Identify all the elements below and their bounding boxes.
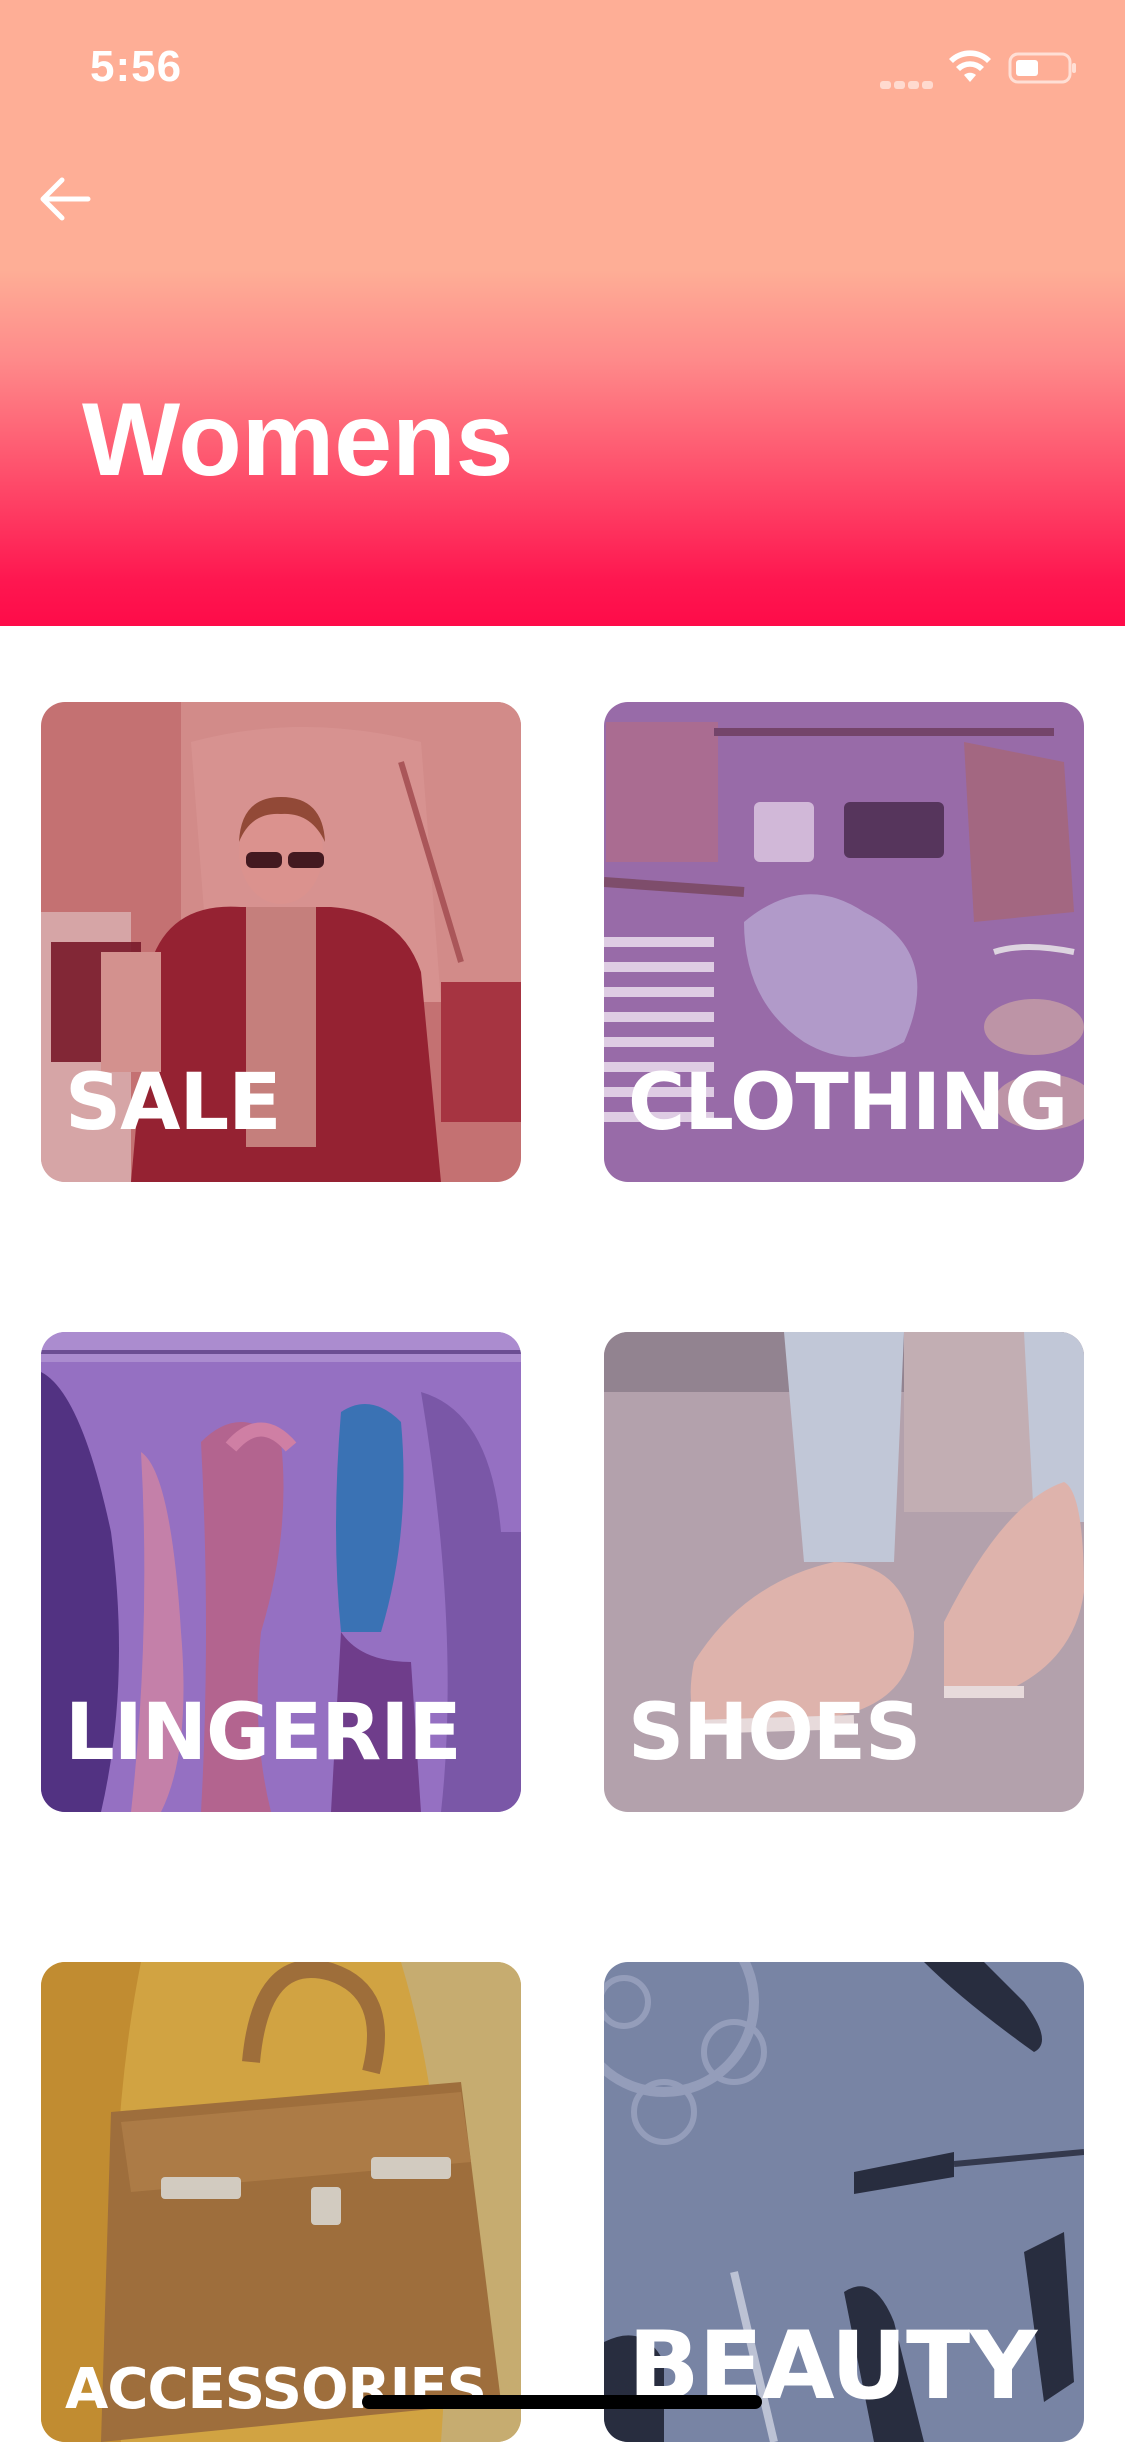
category-label: LINGERIE <box>65 1688 462 1778</box>
category-tile-beauty[interactable]: BEAUTY <box>604 1962 1084 2442</box>
cellular-signal-icon <box>880 76 936 89</box>
category-label: ACCESSORIES <box>65 2357 487 2422</box>
home-indicator[interactable] <box>362 2395 762 2409</box>
category-grid: SALE CLOTHING LINGERIE SHOES ACCESSORIES… <box>0 626 1125 2442</box>
arrow-left-icon <box>40 177 91 221</box>
category-label: CLOTHING <box>628 1058 1068 1148</box>
battery-icon <box>1008 52 1076 84</box>
page-title: Womens <box>82 382 514 498</box>
category-label: SHOES <box>628 1688 921 1778</box>
wifi-icon <box>949 50 991 82</box>
category-tile-shoes[interactable]: SHOES <box>604 1332 1084 1812</box>
category-tile-lingerie[interactable]: LINGERIE <box>41 1332 521 1812</box>
status-bar: 5:56 <box>0 0 1125 132</box>
page-header: 5:56 Womens <box>0 0 1125 626</box>
category-tile-sale[interactable]: SALE <box>41 702 521 1182</box>
category-label: SALE <box>65 1058 282 1148</box>
category-tile-clothing[interactable]: CLOTHING <box>604 702 1084 1182</box>
category-tile-accessories[interactable]: ACCESSORIES <box>41 1962 521 2442</box>
status-time: 5:56 <box>90 42 183 91</box>
back-button[interactable] <box>32 166 98 232</box>
